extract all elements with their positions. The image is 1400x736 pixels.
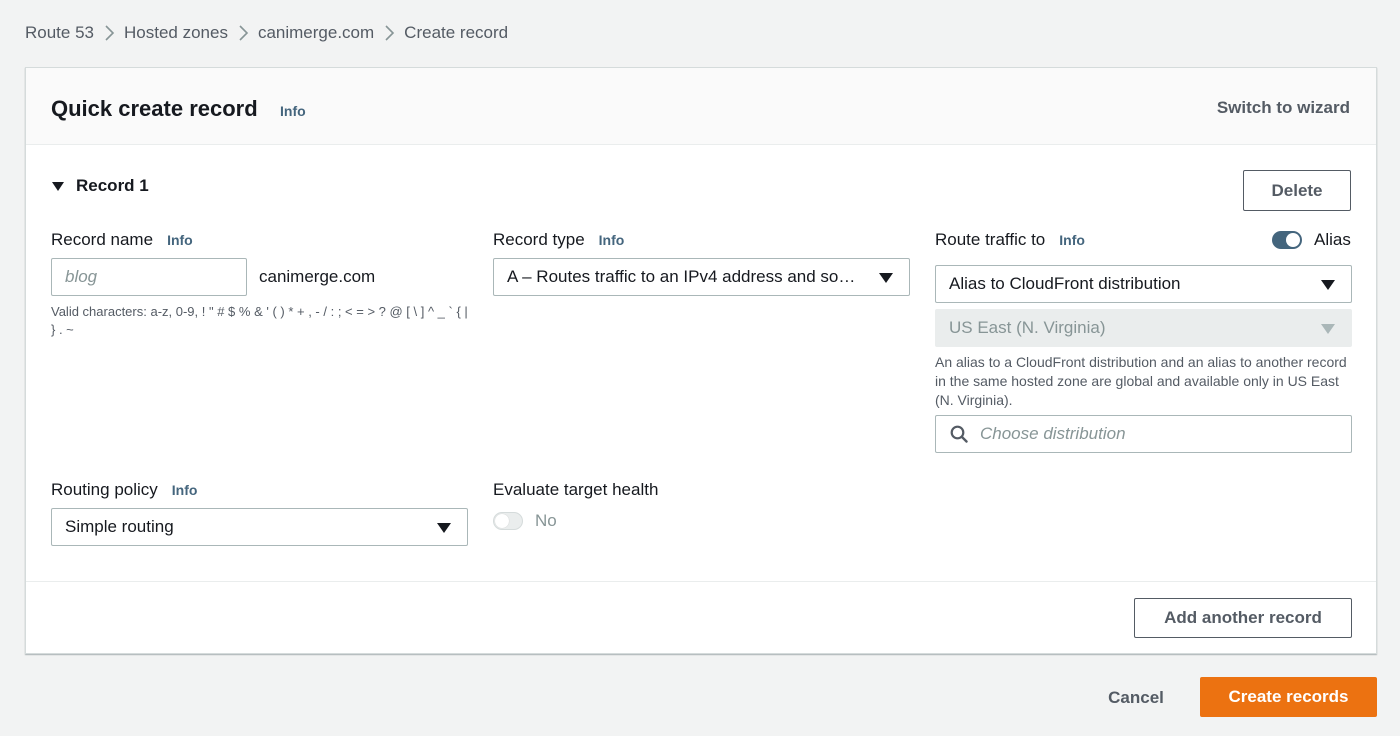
route-endpoint-select[interactable]: Alias to CloudFront distribution (935, 265, 1352, 303)
record-name-input[interactable]: blog (51, 258, 247, 296)
record-type-select[interactable]: A – Routes traffic to an IPv4 address an… (493, 258, 910, 296)
chevron-right-icon (228, 22, 258, 44)
domain-suffix: canimerge.com (259, 267, 376, 286)
route-traffic-label-text: Route traffic to (935, 230, 1046, 249)
search-icon (950, 425, 968, 443)
distribution-search-input[interactable]: Choose distribution (935, 415, 1352, 453)
routing-policy-info-link[interactable]: Info (172, 482, 198, 498)
panel-divider (26, 581, 1376, 582)
dropdown-arrow-icon (879, 273, 893, 283)
record-section-toggle[interactable]: Record 1 (51, 176, 149, 196)
page-title: Quick create record (51, 96, 258, 121)
chevron-right-icon (94, 22, 124, 44)
delete-record-button[interactable]: Delete (1243, 170, 1351, 211)
routing-policy-label: Routing policy Info (51, 479, 197, 501)
panel-header: Quick create record Info Switch to wizar… (26, 68, 1376, 145)
create-records-button[interactable]: Create records (1200, 677, 1377, 717)
alias-label: Alias (1314, 230, 1351, 249)
switch-to-wizard-link[interactable]: Switch to wizard (1217, 98, 1350, 118)
dropdown-arrow-icon (1321, 280, 1335, 290)
record-section-label: Record 1 (76, 176, 149, 195)
dropdown-arrow-icon (1321, 324, 1335, 334)
breadcrumb-current: Create record (404, 23, 509, 42)
evaluate-target-health-toggle[interactable] (493, 512, 523, 530)
quick-create-panel: Quick create record Info Switch to wizar… (25, 67, 1377, 654)
evaluate-target-health-label: Evaluate target health (493, 480, 659, 499)
breadcrumb-route53[interactable]: Route 53 (25, 23, 94, 43)
breadcrumb-zone[interactable]: canimerge.com (258, 23, 374, 43)
record-name-info-link[interactable]: Info (167, 232, 193, 248)
route-endpoint-value: Alias to CloudFront distribution (949, 274, 1181, 293)
breadcrumb: Route 53 Hosted zones canimerge.com Crea… (25, 22, 508, 44)
breadcrumb-hosted-zones[interactable]: Hosted zones (124, 23, 228, 43)
chevron-right-icon (374, 22, 404, 44)
region-value: US East (N. Virginia) (949, 318, 1106, 337)
route-traffic-label: Route traffic to Info (935, 229, 1085, 251)
route-traffic-info-link[interactable]: Info (1059, 232, 1085, 248)
record-type-value: A – Routes traffic to an IPv4 address an… (507, 267, 865, 286)
routing-policy-label-text: Routing policy (51, 480, 158, 499)
record-type-label: Record type Info (493, 229, 624, 251)
routing-policy-select[interactable]: Simple routing (51, 508, 468, 546)
record-name-label: Record name Info (51, 229, 193, 251)
record-type-label-text: Record type (493, 230, 585, 249)
cancel-button[interactable]: Cancel (1090, 678, 1182, 718)
region-select: US East (N. Virginia) (935, 309, 1352, 347)
title-info-link[interactable]: Info (280, 103, 306, 119)
record-type-info-link[interactable]: Info (599, 232, 625, 248)
evaluate-target-health-state: No (535, 511, 557, 530)
caret-down-icon (52, 181, 64, 191)
record-name-placeholder: blog (65, 267, 98, 286)
record-name-label-text: Record name (51, 230, 154, 249)
toggle-knob (1286, 233, 1300, 247)
toggle-knob (495, 514, 509, 528)
alias-description: An alias to a CloudFront distribution an… (935, 354, 1347, 408)
routing-policy-value: Simple routing (65, 517, 174, 536)
dropdown-arrow-icon (437, 523, 451, 533)
alias-toggle[interactable] (1272, 231, 1302, 249)
add-another-record-button[interactable]: Add another record (1134, 598, 1352, 638)
record-name-hint: Valid characters: a-z, 0-9, ! " # $ % & … (51, 304, 468, 337)
distribution-search-placeholder: Choose distribution (980, 424, 1126, 443)
